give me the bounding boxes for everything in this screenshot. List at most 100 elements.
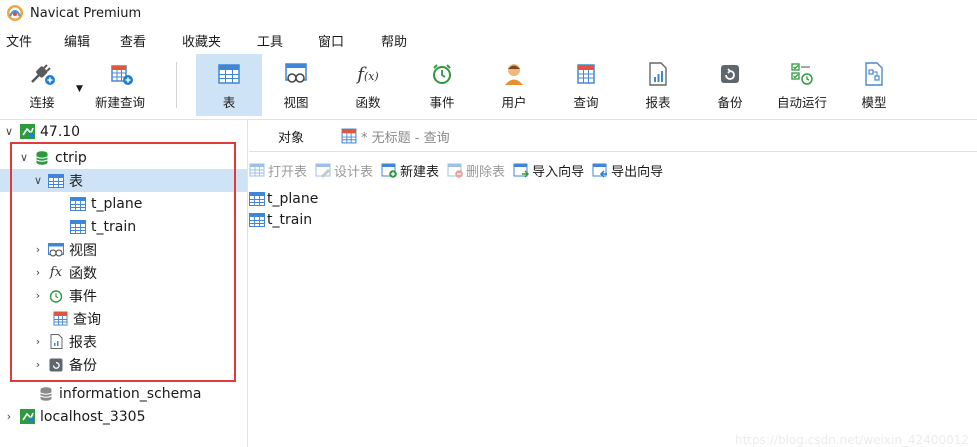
toolbar-automation-button[interactable]: 自动运行 [766,54,838,116]
chevron-right-icon[interactable]: › [32,335,44,348]
tree-events[interactable]: › 事件 [0,284,247,307]
chevron-right-icon[interactable]: › [32,289,44,302]
import-icon [513,163,530,178]
toolbar-report-label: 报表 [645,95,671,110]
tree-backups[interactable]: › 备份 [0,353,247,376]
database-icon [38,386,54,402]
tree-functions[interactable]: › fx 函数 [0,261,247,284]
export-icon [592,163,608,178]
tree-views[interactable]: › 视图 [0,238,247,261]
menu-edit[interactable]: 编辑 [64,31,90,50]
tree-table-label: t_train [91,218,137,235]
table-icon [249,212,265,227]
toolbar-query-label: 查询 [573,95,599,110]
toolbar-function-label: 函数 [355,95,381,110]
tree-db-information_schema[interactable]: information_schema [0,382,247,405]
watermark: https://blog.csdn.net/weixin_42400012 [734,433,969,447]
panel-divider[interactable] [247,120,248,447]
menu-tools[interactable]: 工具 [257,31,283,50]
tree-tables[interactable]: ∨ 表 [0,169,247,192]
toolbar-model-button[interactable]: 模型 [846,54,902,116]
export-wizard-label: 导出向导 [611,164,664,180]
new-table-button[interactable]: 新建表 [381,161,439,180]
toolbar-function-button[interactable]: f(x) 函数 [340,54,396,116]
user-icon [505,64,523,85]
table-icon [218,64,240,84]
tree-connection-47[interactable]: ∨ 47.10 [0,120,247,143]
main-toolbar: 连接 ▼ 新建查询 表 视图 f(x) 函数 事件 用户 查询 报表 备份 自动… [0,52,977,118]
tree-table-t_plane[interactable]: t_plane [0,192,247,215]
tree-connection-localhost[interactable]: › localhost_3305 [0,405,247,428]
delete-table-button[interactable]: 删除表 [447,161,505,180]
chevron-down-icon[interactable]: ∨ [32,174,44,187]
toolbar-model-label: 模型 [861,95,887,110]
tree-queries[interactable]: 查询 [0,307,247,330]
table-icon [48,173,64,189]
menu-view[interactable]: 查看 [120,31,146,50]
list-item-label: t_plane [267,190,319,207]
tab-objects[interactable]: 对象 [249,121,333,151]
design-table-icon [315,163,331,178]
chevron-right-icon[interactable]: › [32,358,44,371]
chevron-right-icon[interactable]: › [32,243,44,256]
toolbar-view-button[interactable]: 视图 [268,54,324,116]
chevron-down-icon[interactable]: ∨ [3,125,15,138]
toolbar-backup-button[interactable]: 备份 [702,54,758,116]
list-item[interactable]: t_plane [249,188,318,209]
view-icon [285,63,307,83]
tree-backups-label: 备份 [69,357,97,374]
query-icon [577,64,595,84]
plug-icon [31,64,55,85]
menu-window[interactable]: 窗口 [318,31,344,50]
connect-button[interactable]: 连接 [16,54,68,116]
tab-untitled-query[interactable]: * 无标题 - 查询 [335,121,450,151]
toolbar-query-button[interactable]: 查询 [558,54,614,116]
menu-file[interactable]: 文件 [6,31,32,50]
new-query-button[interactable]: 新建查询 [88,54,152,116]
tree-connection-label: localhost_3305 [40,408,146,425]
title-bar: Navicat Premium [0,0,977,26]
toolbar-view-label: 视图 [283,95,309,110]
menu-bar: 文件 编辑 查看 收藏夹 工具 窗口 帮助 [0,28,977,50]
design-table-label: 设计表 [334,164,374,180]
tree-functions-label: 函数 [69,265,97,282]
export-wizard-button[interactable]: 导出向导 [592,161,663,180]
chevron-down-icon[interactable]: ∨ [18,151,30,164]
menu-favorites[interactable]: 收藏夹 [182,31,221,50]
toolbar-user-button[interactable]: 用户 [486,54,542,116]
connect-label: 连接 [29,95,55,110]
menu-help[interactable]: 帮助 [381,31,407,50]
toolbar-report-button[interactable]: 报表 [630,54,686,116]
report-icon [649,62,667,86]
tree-table-t_train[interactable]: t_train [0,215,247,238]
delete-table-label: 删除表 [466,164,506,180]
chevron-right-icon[interactable]: › [32,266,44,279]
automation-icon [791,63,813,85]
import-wizard-button[interactable]: 导入向导 [513,161,584,180]
backup-icon [48,357,64,373]
table-icon [70,196,86,212]
backup-icon [721,65,739,83]
chevron-right-icon[interactable]: › [3,410,15,423]
list-item-label: t_train [267,211,313,228]
open-table-button[interactable]: 打开表 [249,161,307,180]
tree-db-ctrip[interactable]: ∨ ctrip [0,146,247,169]
delete-table-icon [447,163,463,178]
tree-reports[interactable]: › 报表 [0,330,247,353]
window-title: Navicat Premium [30,5,142,21]
toolbar-event-button[interactable]: 事件 [414,54,470,116]
navicat-logo-icon [7,5,23,21]
tree-connection-label: 47.10 [40,123,81,140]
list-item[interactable]: t_train [249,209,318,230]
design-table-button[interactable]: 设计表 [315,161,373,180]
open-table-icon [249,163,265,177]
view-icon [48,242,64,258]
function-icon: f(x) [357,63,379,85]
navigation-tree: ∨ 47.10 ∨ ctrip ∨ 表 t_plane t_train › 视图… [0,120,247,447]
toolbar-table-button[interactable]: 表 [196,54,262,116]
model-icon [865,62,883,86]
tree-table-label: t_plane [91,195,143,212]
function-icon: fx [49,265,63,280]
connect-dropdown-icon[interactable]: ▼ [76,84,83,94]
query-icon [341,128,357,144]
